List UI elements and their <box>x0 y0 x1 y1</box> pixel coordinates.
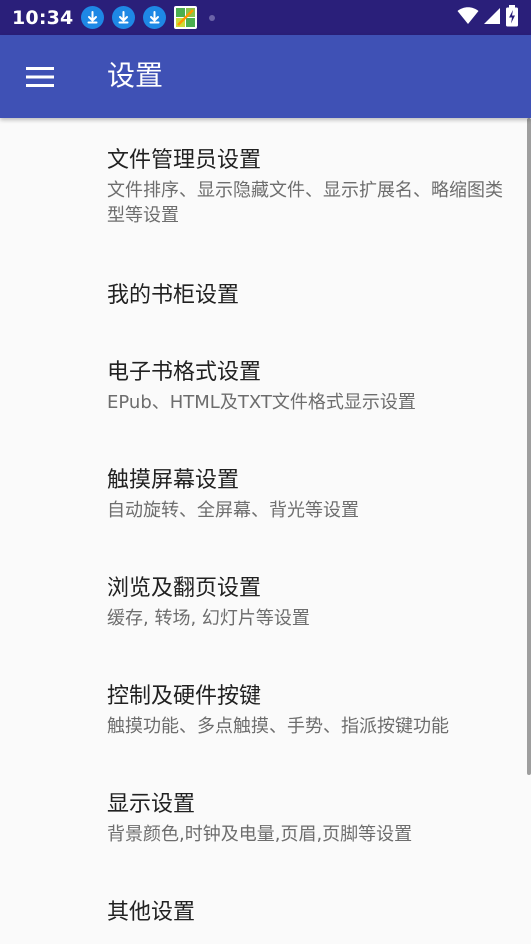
download-icon <box>81 6 105 29</box>
settings-item-summary: 自动旋转、全屏幕、背光等设置 <box>107 500 359 521</box>
settings-item-touch-screen[interactable]: 触摸屏幕设置 自动旋转、全屏幕、背光等设置 <box>0 444 526 552</box>
download-icon <box>112 6 136 29</box>
page-title: 设置 <box>107 59 164 92</box>
battery-charging-icon <box>505 4 519 31</box>
settings-item-controls-keys[interactable]: 控制及硬件按键 触摸功能、多点触摸、手势、指派按键功能 <box>0 660 526 768</box>
status-time: 10:34 <box>12 6 74 29</box>
app-bar: 设置 <box>0 35 531 118</box>
settings-item-other[interactable]: 其他设置 <box>0 876 526 944</box>
game-app-icon <box>174 6 198 29</box>
cell-signal-icon <box>483 7 501 29</box>
wifi-icon <box>457 6 479 29</box>
settings-item-title: 触摸屏幕设置 <box>107 468 240 493</box>
dot-icon <box>209 14 216 21</box>
settings-item-browse-page[interactable]: 浏览及翻页设置 缓存, 转场, 幻灯片等设置 <box>0 552 526 660</box>
status-bar: 10:34 <box>0 0 531 35</box>
settings-item-summary: 触摸功能、多点触摸、手势、指派按键功能 <box>107 716 449 737</box>
settings-item-ebook-format[interactable]: 电子书格式设置 EPub、HTML及TXT文件格式显示设置 <box>0 334 526 444</box>
settings-item-title: 显示设置 <box>107 792 196 817</box>
settings-item-title: 电子书格式设置 <box>107 360 262 385</box>
settings-item-display[interactable]: 显示设置 背景颜色,时钟及电量,页眉,页脚等设置 <box>0 768 526 876</box>
settings-item-title: 我的书柜设置 <box>107 283 240 308</box>
hamburger-menu-icon[interactable] <box>14 51 66 103</box>
settings-item-summary: 背景颜色,时钟及电量,页眉,页脚等设置 <box>107 824 413 845</box>
settings-item-file-manager[interactable]: 文件管理员设置 文件排序、显示隐藏文件、显示扩展名、略缩图类型等设置 <box>0 118 526 236</box>
status-icons <box>457 4 519 31</box>
settings-item-title: 浏览及翻页设置 <box>107 576 262 601</box>
settings-item-bookshelf[interactable]: 我的书柜设置 <box>0 236 526 334</box>
settings-item-summary: EPub、HTML及TXT文件格式显示设置 <box>107 392 416 413</box>
settings-list: 文件管理员设置 文件排序、显示隐藏文件、显示扩展名、略缩图类型等设置 我的书柜设… <box>0 118 531 944</box>
settings-item-summary: 文件排序、显示隐藏文件、显示扩展名、略缩图类型等设置 <box>107 180 503 226</box>
download-icon <box>143 6 167 29</box>
settings-item-title: 控制及硬件按键 <box>107 684 262 709</box>
scrollbar[interactable] <box>527 118 531 775</box>
settings-item-title: 其他设置 <box>107 900 196 925</box>
settings-item-title: 文件管理员设置 <box>107 148 262 173</box>
settings-item-summary: 缓存, 转场, 幻灯片等设置 <box>107 608 310 629</box>
